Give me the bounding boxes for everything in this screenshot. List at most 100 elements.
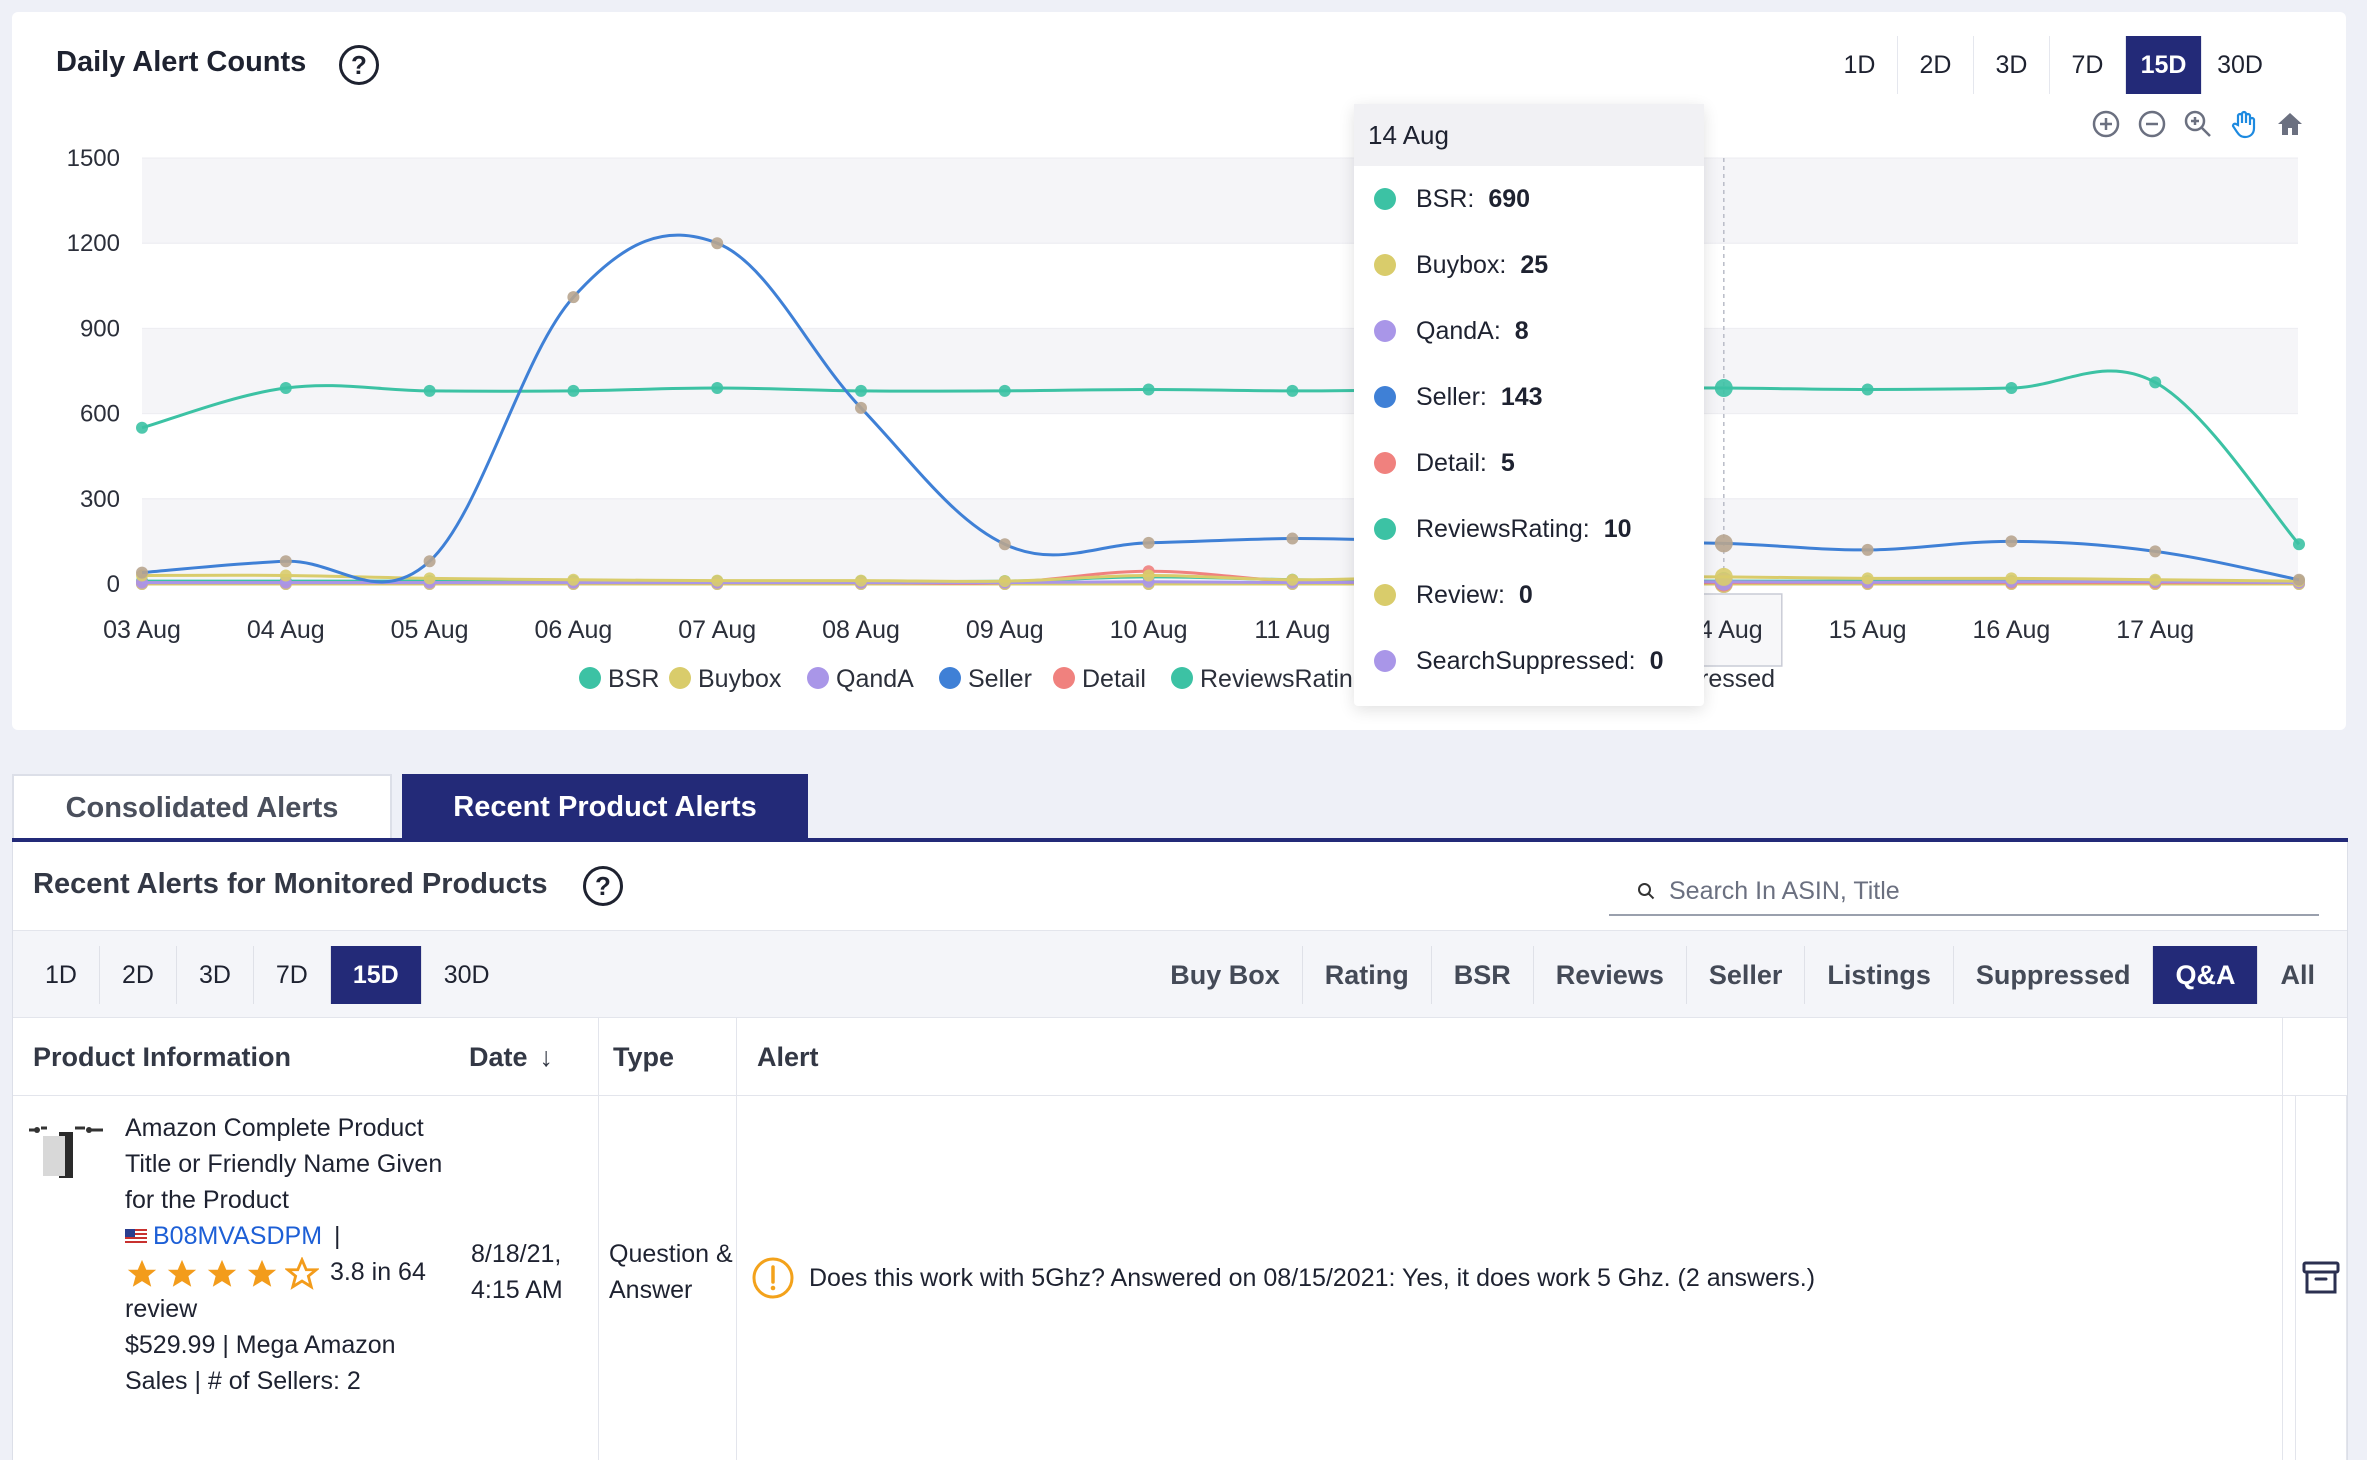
chart-range-2d[interactable]: 2D bbox=[1898, 36, 1974, 94]
alerts-range-30d[interactable]: 30D bbox=[422, 946, 512, 1004]
search-box bbox=[1609, 868, 2319, 916]
point-seller bbox=[136, 566, 148, 579]
point-bsr bbox=[1714, 379, 1733, 398]
filter-bsr[interactable]: BSR bbox=[1432, 946, 1534, 1004]
alerts-tabs: Consolidated Alerts Recent Product Alert… bbox=[12, 774, 808, 840]
tooltip-row-buybox: Buybox: 25 bbox=[1354, 232, 1704, 298]
alerts-range-2d[interactable]: 2D bbox=[100, 946, 177, 1004]
x-tick-label: 04 Aug bbox=[247, 616, 325, 644]
filter-rating[interactable]: Rating bbox=[1303, 946, 1432, 1004]
legend-label: Buybox bbox=[698, 665, 782, 693]
filter-suppressed[interactable]: Suppressed bbox=[1954, 946, 2154, 1004]
tooltip-value: 5 bbox=[1500, 448, 1515, 477]
point-bsr bbox=[2293, 538, 2305, 551]
product-thumbnail[interactable] bbox=[25, 1120, 107, 1180]
point-seller bbox=[1714, 534, 1733, 553]
point-buybox bbox=[855, 574, 867, 587]
chart-title: Daily Alert Counts bbox=[56, 46, 307, 78]
grid-band bbox=[142, 158, 2298, 244]
tab-consolidated-alerts[interactable]: Consolidated Alerts bbox=[12, 774, 392, 840]
point-buybox bbox=[711, 574, 724, 587]
column-date[interactable]: Date ↓ bbox=[461, 1018, 599, 1096]
point-bsr bbox=[1142, 383, 1155, 396]
chart-range-1d[interactable]: 1D bbox=[1822, 36, 1898, 94]
alerts-range-1d[interactable]: 1D bbox=[23, 946, 100, 1004]
legend-marker bbox=[807, 667, 829, 689]
column-actions bbox=[2283, 1018, 2347, 1096]
column-date-label: Date bbox=[469, 1041, 528, 1072]
buybox-dot bbox=[1374, 254, 1396, 276]
product-title[interactable]: Amazon Complete Product Title or Friendl… bbox=[125, 1110, 445, 1218]
point-bsr bbox=[567, 384, 580, 397]
help-icon[interactable]: ? bbox=[339, 45, 379, 85]
x-tick-label: 16 Aug bbox=[1972, 616, 2050, 644]
x-tick-label: 05 Aug bbox=[391, 616, 469, 644]
legend-marker bbox=[579, 667, 601, 689]
tooltip-row-detail: Detail: 5 bbox=[1354, 430, 1704, 496]
y-tick-label: 1200 bbox=[67, 230, 120, 257]
x-tick-label: 06 Aug bbox=[534, 616, 612, 644]
sort-down-icon[interactable]: ↓ bbox=[540, 1042, 554, 1073]
tab-recent-product-alerts[interactable]: Recent Product Alerts bbox=[402, 774, 808, 840]
column-product-information[interactable]: Product Information bbox=[13, 1018, 461, 1096]
tooltip-label: Review: bbox=[1416, 580, 1505, 609]
legend-marker bbox=[1053, 667, 1075, 689]
tooltip-label: Buybox: bbox=[1416, 250, 1507, 279]
filter-listings[interactable]: Listings bbox=[1805, 946, 1954, 1004]
tooltip-row-bsr: BSR: 690 bbox=[1354, 166, 1704, 232]
point-seller bbox=[567, 291, 580, 304]
search-input[interactable] bbox=[1669, 876, 2319, 906]
asin-link[interactable]: B08MVASDPM bbox=[153, 1218, 322, 1254]
point-bsr bbox=[136, 421, 148, 434]
zoom-out-icon[interactable] bbox=[2136, 108, 2168, 140]
legend-label: ReviewsRatin bbox=[1200, 665, 1353, 693]
column-alert[interactable]: Alert bbox=[737, 1018, 2283, 1096]
alerts-range-3d[interactable]: 3D bbox=[177, 946, 254, 1004]
point-buybox bbox=[1142, 569, 1155, 582]
point-bsr bbox=[998, 384, 1011, 397]
home-reset-icon[interactable] bbox=[2274, 108, 2306, 140]
chart-range-15d[interactable]: 15D bbox=[2126, 36, 2202, 94]
zoom-in-icon[interactable] bbox=[2090, 108, 2122, 140]
bsr-dot bbox=[1374, 188, 1396, 210]
alerts-range-15d[interactable]: 15D bbox=[330, 946, 422, 1004]
search-icon bbox=[1631, 882, 1661, 900]
help-icon[interactable]: ? bbox=[583, 866, 623, 906]
point-seller bbox=[1861, 543, 1874, 556]
point-buybox bbox=[2005, 572, 2018, 585]
alerts-range-7d[interactable]: 7D bbox=[254, 946, 331, 1004]
searchsuppressed-dot bbox=[1374, 650, 1396, 672]
filter-all[interactable]: All bbox=[2258, 946, 2337, 1004]
tooltip-value: 8 bbox=[1514, 316, 1529, 345]
chart-range-3d[interactable]: 3D bbox=[1974, 36, 2050, 94]
asin-line: B08MVASDPM | bbox=[125, 1218, 445, 1254]
selection-zoom-icon[interactable] bbox=[2182, 108, 2214, 140]
point-buybox bbox=[2149, 573, 2162, 586]
archive-icon[interactable] bbox=[2301, 1258, 2341, 1298]
reviewsrating-dot bbox=[1374, 518, 1396, 540]
point-seller bbox=[423, 555, 436, 568]
legend-label: QandA bbox=[836, 665, 914, 693]
pan-hand-icon[interactable] bbox=[2228, 108, 2260, 140]
y-tick-label: 900 bbox=[80, 315, 120, 342]
chart-toolbar bbox=[2090, 108, 2306, 140]
y-tick-label: 0 bbox=[107, 571, 120, 598]
filter-reviews[interactable]: Reviews bbox=[1534, 946, 1687, 1004]
legend-marker bbox=[1171, 667, 1193, 689]
star-full-icon bbox=[207, 1260, 237, 1288]
star-full-icon bbox=[247, 1260, 277, 1288]
filter-bar: 1D 2D 3D 7D 15D 30D Buy Box Rating BSR R… bbox=[13, 930, 2347, 1018]
column-type[interactable]: Type bbox=[599, 1018, 737, 1096]
filter-buy-box[interactable]: Buy Box bbox=[1148, 946, 1303, 1004]
alert-cell: Does this work with 5Ghz? Answered on 08… bbox=[737, 1096, 2283, 1460]
chart-range-30d[interactable]: 30D bbox=[2202, 36, 2278, 94]
x-tick-label: 03 Aug bbox=[103, 616, 181, 644]
point-seller bbox=[855, 401, 867, 414]
filter-seller[interactable]: Seller bbox=[1687, 946, 1806, 1004]
chart-range-7d[interactable]: 7D bbox=[2050, 36, 2126, 94]
x-tick-label: 07 Aug bbox=[678, 616, 756, 644]
tooltip-value: 0 bbox=[1518, 580, 1533, 609]
point-buybox bbox=[423, 572, 436, 585]
filter-qanda[interactable]: Q&A bbox=[2153, 946, 2259, 1004]
tooltip-label: QandA: bbox=[1416, 316, 1501, 345]
